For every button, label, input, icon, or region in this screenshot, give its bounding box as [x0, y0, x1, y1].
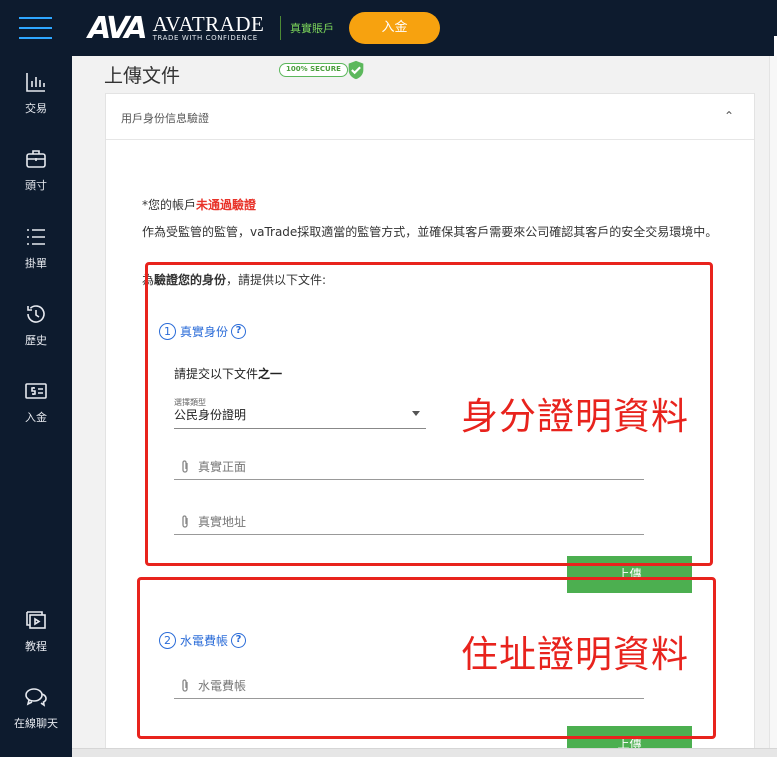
sidebar-item-label: 頭寸 — [25, 179, 47, 192]
divider — [280, 16, 281, 40]
account-status: *您的帳戶未通過驗證 — [142, 196, 256, 213]
chevron-up-icon[interactable]: ⌃ — [724, 109, 734, 123]
list-icon — [24, 225, 48, 249]
card-header[interactable]: 用戶身份信息驗證 ⌃ — [106, 94, 754, 140]
chat-icon — [24, 685, 48, 709]
history-icon — [24, 302, 48, 326]
account-type-label: 真實賬戶 — [290, 22, 334, 35]
secure-badge: 100% SECURE — [279, 59, 367, 81]
logo-mark: AVA — [88, 10, 148, 46]
sidebar-item-live-chat[interactable]: 在線聊天 — [0, 685, 72, 731]
regulation-description: 作為受監管的監管，vaTrade採取適當的監管方式，並確保其客戶需要來公司確認其… — [142, 225, 718, 239]
page-title: 上傳文件 — [104, 65, 181, 87]
sidebar-item-deposit[interactable]: 入金 — [0, 379, 72, 425]
sidebar-item-orders[interactable]: 掛單 — [0, 225, 72, 271]
scrollbar[interactable] — [769, 56, 777, 748]
sidebar-item-label: 交易 — [25, 102, 47, 115]
card-title: 用戶身份信息驗證 — [121, 112, 209, 125]
menu-icon[interactable] — [19, 17, 52, 39]
brand-tagline: TRADE WITH CONFIDENCE — [152, 34, 258, 42]
bottom-bar — [72, 748, 777, 757]
deposit-button[interactable]: 入金 — [349, 12, 440, 44]
brand-name: AVATRADE — [152, 12, 265, 36]
briefcase-icon — [24, 147, 48, 171]
top-bar: AVA AVATRADE TRADE WITH CONFIDENCE 真實賬戶 … — [72, 0, 777, 56]
status-value: 未通過驗證 — [196, 198, 257, 212]
deposit-icon — [24, 379, 48, 403]
sidebar-item-label: 入金 — [25, 411, 47, 424]
sidebar-item-positions[interactable]: 頭寸 — [0, 147, 72, 193]
sidebar: 交易 頭寸 掛單 歷史 入金 教程 在線聊天 — [0, 0, 72, 757]
address-annotation-text: 住址證明資料 — [461, 633, 689, 676]
sidebar-item-tutorial[interactable]: 教程 — [0, 608, 72, 654]
sidebar-item-label: 掛單 — [25, 257, 47, 270]
avatrade-logo[interactable]: AVA AVATRADE TRADE WITH CONFIDENCE — [88, 10, 264, 46]
shield-check-icon — [348, 60, 364, 80]
sidebar-item-trade[interactable]: 交易 — [0, 70, 72, 116]
sidebar-item-label: 在線聊天 — [14, 717, 58, 730]
identity-annotation-text: 身分證明資料 — [461, 395, 689, 438]
sidebar-item-history[interactable]: 歷史 — [0, 302, 72, 348]
video-tutorial-icon — [24, 608, 48, 632]
sidebar-item-label: 教程 — [25, 640, 47, 653]
status-prefix: *您的帳戶 — [142, 198, 197, 212]
sidebar-item-label: 歷史 — [25, 334, 47, 347]
chart-bars-icon — [24, 70, 48, 94]
secure-badge-label: 100% SECURE — [279, 63, 348, 77]
